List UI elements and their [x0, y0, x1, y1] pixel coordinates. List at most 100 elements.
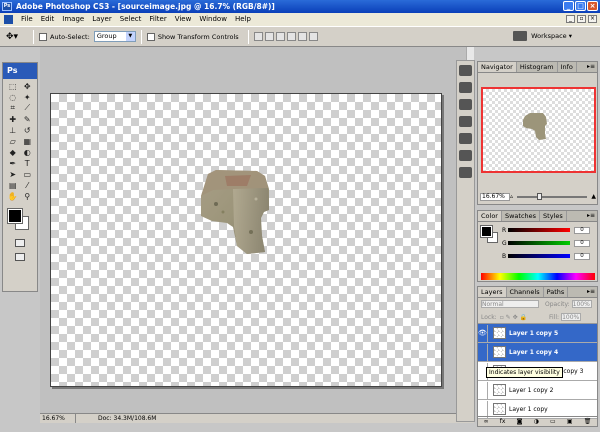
zoom-in-icon[interactable]: ▲: [591, 193, 596, 200]
menu-image[interactable]: Image: [58, 13, 88, 26]
blue-value[interactable]: 0: [574, 252, 590, 260]
new-group-icon[interactable]: ▭: [550, 418, 556, 425]
align-hcenter-icon[interactable]: [297, 32, 307, 41]
path-selection-tool-icon[interactable]: ➤: [6, 169, 20, 179]
history-brush-tool-icon[interactable]: ↺: [21, 125, 35, 135]
blend-mode-dropdown[interactable]: Normal: [481, 300, 539, 308]
red-value[interactable]: 0: [574, 226, 590, 234]
character-panel-icon[interactable]: [459, 150, 472, 161]
auto-select-dropdown[interactable]: Group ▼: [93, 31, 136, 42]
paragraph-panel-icon[interactable]: [459, 167, 472, 178]
menu-edit[interactable]: Edit: [37, 13, 59, 26]
trash-icon[interactable]: 🗑: [584, 418, 592, 425]
healing-brush-tool-icon[interactable]: ✚: [6, 114, 20, 124]
lasso-tool-icon[interactable]: ◌: [6, 92, 20, 102]
eraser-tool-icon[interactable]: ▱: [6, 136, 20, 146]
color-fg-swatch[interactable]: [480, 225, 493, 238]
navigator-zoom-slider[interactable]: [517, 192, 588, 200]
menu-view[interactable]: View: [171, 13, 196, 26]
actions-panel-icon[interactable]: [459, 116, 472, 127]
bridge-icon[interactable]: [513, 31, 528, 41]
brushes-panel-icon[interactable]: [459, 65, 472, 76]
slider-knob[interactable]: [537, 192, 543, 200]
menu-filter[interactable]: Filter: [145, 13, 170, 26]
navigator-zoom-field[interactable]: 16.67%: [480, 192, 510, 201]
move-tool-icon[interactable]: ✥: [21, 81, 35, 91]
new-layer-icon[interactable]: ▣: [567, 418, 573, 425]
workspace-label[interactable]: Workspace ▾: [531, 32, 572, 40]
color-spectrum[interactable]: [481, 273, 595, 280]
fill-field[interactable]: 100%: [561, 313, 582, 321]
close-button[interactable]: ×: [587, 1, 598, 11]
panel-menu-icon[interactable]: ▸≡: [587, 212, 595, 219]
history-panel-icon[interactable]: [459, 133, 472, 144]
link-layers-icon[interactable]: ∞: [484, 418, 489, 425]
panel-menu-icon[interactable]: ▸≡: [587, 288, 595, 295]
brush-tool-icon[interactable]: ✎: [21, 114, 35, 124]
align-right-icon[interactable]: [308, 32, 318, 41]
clone-stamp-tool-icon[interactable]: ⊥: [6, 125, 20, 135]
type-tool-icon[interactable]: T: [21, 158, 35, 168]
align-bottom-icon[interactable]: [275, 32, 285, 41]
menu-layer[interactable]: Layer: [88, 13, 116, 26]
visibility-toggle[interactable]: [478, 400, 488, 418]
doc-restore-button[interactable]: ▫: [577, 15, 586, 23]
tab-color[interactable]: Color: [478, 211, 502, 221]
menu-file[interactable]: File: [17, 13, 37, 26]
adjustment-layer-icon[interactable]: ◑: [534, 418, 539, 425]
lock-icons[interactable]: ▫ ✎ ✥ 🔒: [500, 314, 527, 321]
eye-icon[interactable]: 👁: [478, 324, 488, 342]
menu-help[interactable]: Help: [231, 13, 255, 26]
layer-row[interactable]: Layer 1 copy 4: [478, 343, 597, 362]
align-top-icon[interactable]: [253, 32, 263, 41]
hand-tool-icon[interactable]: ✋: [6, 191, 20, 201]
screen-mode-icon[interactable]: [15, 253, 25, 261]
layer-mask-icon[interactable]: ◙: [517, 418, 523, 425]
opacity-field[interactable]: 100%: [571, 300, 592, 308]
pen-tool-icon[interactable]: ✒: [6, 158, 20, 168]
gradient-tool-icon[interactable]: ▦: [21, 136, 35, 146]
minimize-button[interactable]: _: [563, 1, 574, 11]
tab-styles[interactable]: Styles: [540, 211, 567, 221]
dodge-tool-icon[interactable]: ◐: [21, 147, 35, 157]
visibility-toggle[interactable]: [478, 381, 488, 399]
panel-menu-icon[interactable]: ▸≡: [587, 63, 595, 70]
visibility-toggle[interactable]: [478, 343, 488, 361]
shape-tool-icon[interactable]: ▭: [21, 169, 35, 179]
tab-navigator[interactable]: Navigator: [478, 62, 517, 72]
tool-presets-panel-icon[interactable]: [459, 82, 472, 93]
red-slider[interactable]: [508, 228, 570, 232]
align-left-icon[interactable]: [286, 32, 296, 41]
doc-size[interactable]: Doc: 34.3M/108.6M: [76, 414, 156, 423]
slice-tool-icon[interactable]: ⟋: [21, 103, 35, 113]
tab-info[interactable]: Info: [558, 62, 577, 72]
layer-comps-panel-icon[interactable]: [459, 99, 472, 110]
maximize-button[interactable]: □: [575, 1, 586, 11]
notes-tool-icon[interactable]: ▤: [6, 180, 20, 190]
zoom-out-icon[interactable]: ▵: [510, 193, 513, 200]
tab-layers[interactable]: Layers: [478, 287, 507, 297]
crop-tool-icon[interactable]: ⌗: [6, 103, 20, 113]
show-transform-checkbox[interactable]: [146, 32, 155, 41]
zoom-tool-icon[interactable]: ⚲: [21, 191, 35, 201]
auto-select-checkbox[interactable]: [39, 32, 47, 41]
menu-select[interactable]: Select: [116, 13, 146, 26]
canvas[interactable]: [50, 93, 442, 387]
green-value[interactable]: 0: [574, 239, 590, 247]
move-tool-preset-icon[interactable]: ✥▾: [6, 30, 28, 44]
tab-channels[interactable]: Channels: [507, 287, 544, 297]
align-vcenter-icon[interactable]: [264, 32, 274, 41]
workspace-menu[interactable]: Workspace ▾: [513, 31, 572, 41]
layer-style-icon[interactable]: fx: [500, 418, 506, 425]
tab-swatches[interactable]: Swatches: [502, 211, 541, 221]
navigator-preview[interactable]: [481, 87, 596, 173]
foreground-color-swatch[interactable]: [7, 208, 23, 224]
magic-wand-tool-icon[interactable]: ✦: [21, 92, 35, 102]
ps-menu-icon[interactable]: [4, 15, 13, 24]
menu-window[interactable]: Window: [195, 13, 231, 26]
blue-slider[interactable]: [508, 254, 570, 258]
layer-row[interactable]: Layer 1 copy 2: [478, 381, 597, 400]
layer-row[interactable]: 👁 Layer 1 copy 5: [478, 324, 597, 343]
blur-tool-icon[interactable]: ◆: [6, 147, 20, 157]
doc-minimize-button[interactable]: _: [566, 15, 575, 23]
